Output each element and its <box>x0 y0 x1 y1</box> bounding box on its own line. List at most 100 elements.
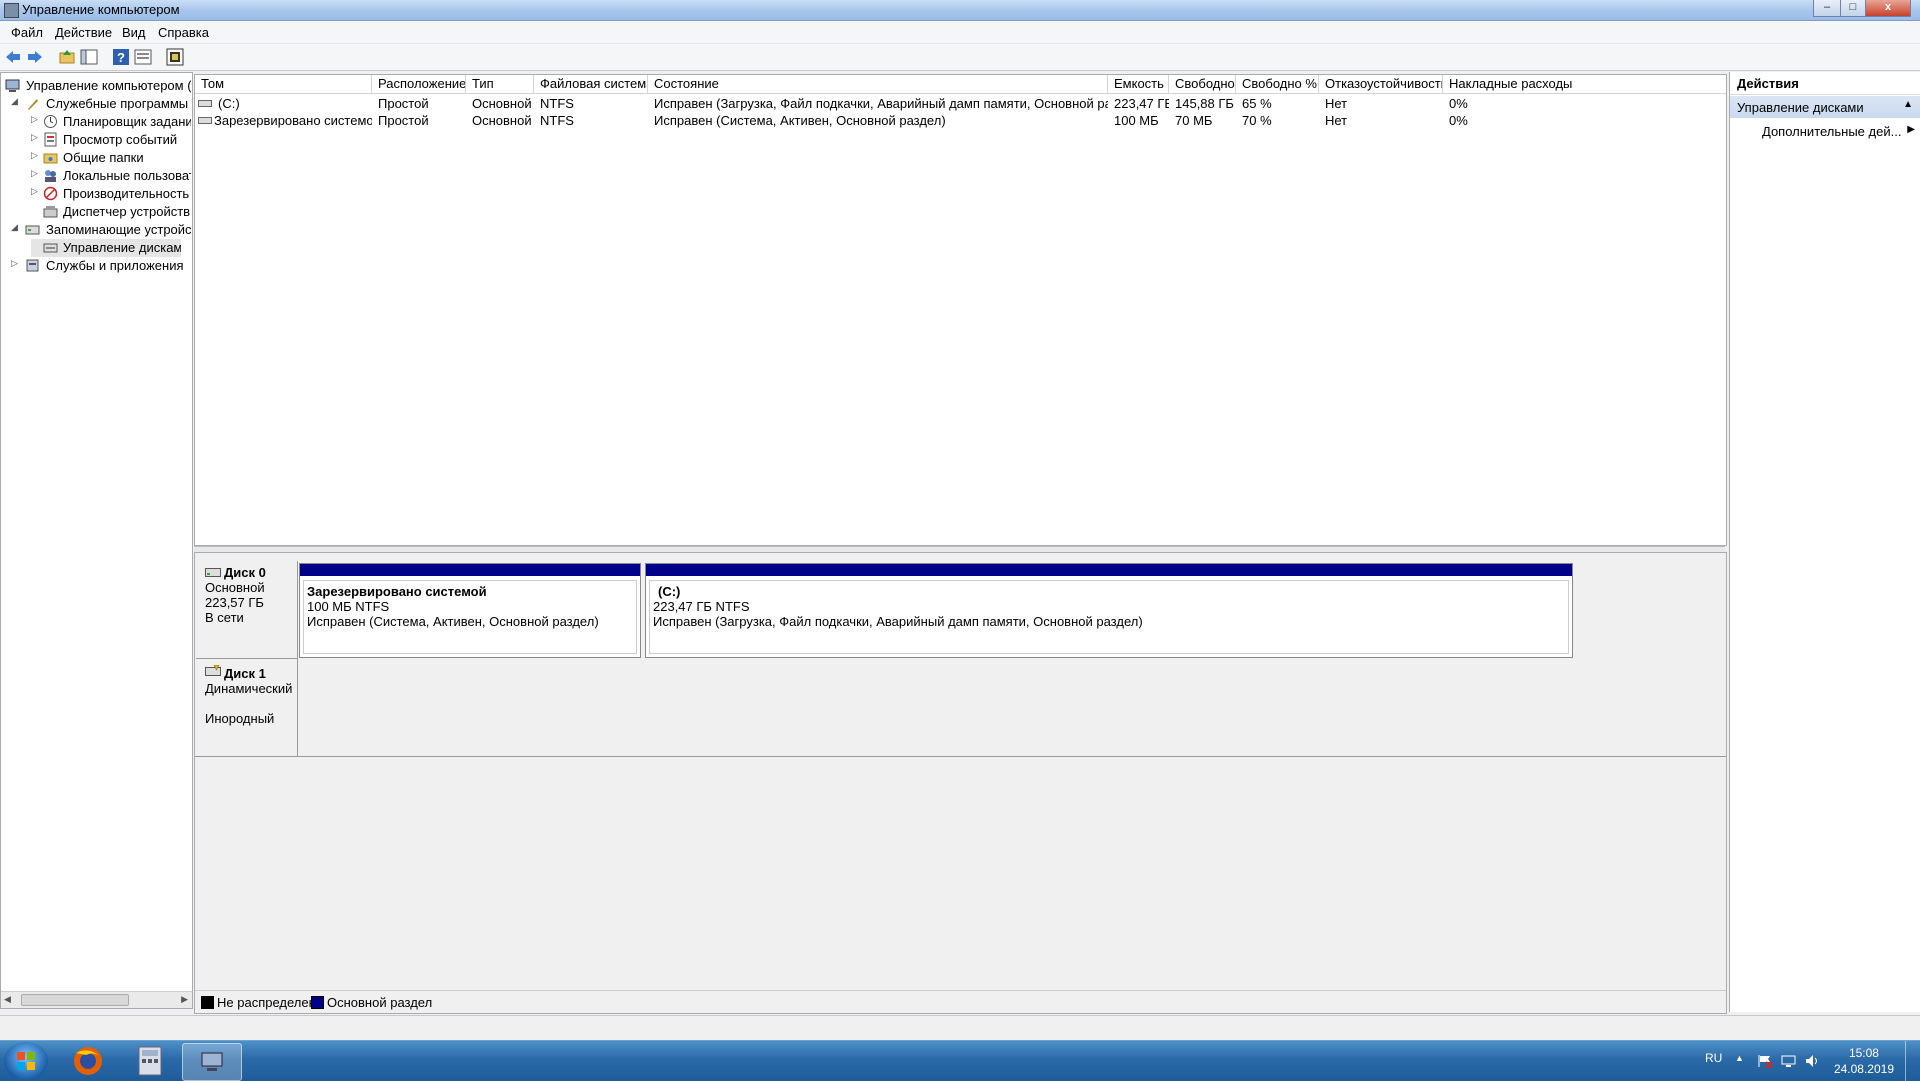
maximize-button[interactable]: □ <box>1840 0 1866 17</box>
cell-layout: Простой <box>378 96 429 111</box>
column-header-capacity[interactable]: Емкость <box>1108 75 1169 93</box>
show-desktop-button[interactable] <box>1905 1041 1920 1081</box>
menu-action[interactable]: Действие <box>55 25 112 40</box>
partition-status: Исправен (Система, Активен, Основной раз… <box>307 614 599 629</box>
partition-bar <box>300 564 640 576</box>
volume-icon[interactable] <box>1805 1054 1821 1068</box>
column-header-free-percent[interactable]: Свободно % <box>1236 75 1319 93</box>
partition-size: 100 МБ NTFS <box>307 599 390 614</box>
properties-icon[interactable] <box>134 48 152 66</box>
column-header-overhead[interactable]: Накладные расходы <box>1443 75 1726 93</box>
settings-icon[interactable] <box>166 48 184 66</box>
partition-name: (C:) <box>658 584 681 599</box>
menu-view[interactable]: Вид <box>122 25 146 40</box>
column-header-volume[interactable]: Том <box>195 75 372 93</box>
cell-volume: Зарезервировано системой <box>214 113 372 128</box>
collapse-arrow-icon[interactable]: ◢ <box>11 96 21 107</box>
menu-help[interactable]: Справка <box>158 25 209 40</box>
tree-item-disk-management[interactable]: Управление дисками <box>31 239 181 257</box>
tree-item-task-scheduler[interactable]: ▷ Планировщик заданий <box>31 113 191 131</box>
clock-date: 24.08.2019 <box>1833 1062 1894 1076</box>
clock[interactable]: 15:08 24.08.2019 <box>1834 1045 1894 1077</box>
column-header-fault-tolerance[interactable]: Отказоустойчивость <box>1319 75 1443 93</box>
tree-item-services-apps[interactable]: ▷ Службы и приложения <box>11 257 191 275</box>
tools-icon <box>28 99 38 110</box>
collapse-arrow-icon[interactable]: ◢ <box>11 222 21 233</box>
expand-arrow-icon[interactable]: ▷ <box>31 150 41 161</box>
close-button[interactable]: x <box>1865 0 1911 17</box>
taskbar: RU ▲ 15:08 24.08.2019 <box>0 1040 1920 1081</box>
collapse-up-icon[interactable]: ▲ <box>1903 99 1913 110</box>
firefox-icon[interactable] <box>62 1043 114 1079</box>
tree-horizontal-scrollbar[interactable]: ◀ ▶ <box>1 991 192 1008</box>
users-icon <box>45 170 56 182</box>
minimize-button[interactable]: – <box>1813 0 1841 17</box>
partition-system-reserved[interactable]: Зарезервировано системой 100 МБ NTFS Исп… <box>299 563 641 658</box>
back-icon[interactable] <box>4 48 22 66</box>
disk-1-status: Инородный <box>205 711 275 726</box>
column-header-filesystem[interactable]: Файловая система <box>534 75 648 93</box>
divider <box>195 756 297 757</box>
tree-item-performance[interactable]: ▷ Производительность <box>31 185 191 203</box>
volume-list-header: Том Расположение Тип Файловая система Со… <box>195 75 1726 94</box>
computer-management-icon <box>4 3 19 18</box>
expand-arrow-icon[interactable]: ▷ <box>31 132 41 143</box>
action-center-flag-icon[interactable] <box>1757 1054 1773 1068</box>
show-hidden-icons-icon[interactable]: ▲ <box>1735 1053 1744 1063</box>
partition-size: 223,47 ГБ NTFS <box>653 599 750 614</box>
cell-fault-tolerance: Нет <box>1325 113 1348 128</box>
expand-arrow-icon[interactable]: ▷ <box>31 114 41 125</box>
performance-icon <box>43 186 58 201</box>
cell-free-percent: 65 % <box>1242 96 1272 111</box>
tree-item-shared-folders[interactable]: ▷ Общие папки <box>31 149 191 167</box>
menu-bar: Файл Действие Вид Справка <box>0 21 1920 44</box>
storage-icon <box>25 225 40 235</box>
expand-arrow-icon[interactable]: ▷ <box>31 186 41 197</box>
actions-section-disk-management[interactable]: Управление дисками ▲ <box>1730 96 1920 118</box>
scroll-left-icon[interactable]: ◀ <box>4 994 11 1005</box>
clock-time: 15:08 <box>1848 1046 1879 1060</box>
cell-overhead: 0% <box>1449 96 1468 111</box>
show-hide-tree-icon[interactable] <box>80 48 98 66</box>
tree-root[interactable]: Управление компьютером (л <box>5 77 191 95</box>
clock-icon <box>44 115 57 128</box>
computer-management-taskbar-button[interactable] <box>182 1043 242 1081</box>
calculator-icon[interactable] <box>124 1043 176 1079</box>
column-header-status[interactable]: Состояние <box>648 75 1108 93</box>
column-header-layout[interactable]: Расположение <box>372 75 466 93</box>
partition-bar <box>646 564 1572 576</box>
column-header-free[interactable]: Свободно <box>1169 75 1236 93</box>
scroll-right-icon[interactable]: ▶ <box>181 994 188 1005</box>
disk-map: Диск 0 Основной 223,57 ГБ В сети Зарезер… <box>194 552 1727 1014</box>
tree-item-system-tools[interactable]: ◢ Служебные программы <box>11 95 191 113</box>
table-row[interactable]: (C:) Простой Основной NTFS Исправен (Заг… <box>195 95 1726 112</box>
help-icon[interactable]: ? <box>112 48 130 66</box>
action-more-actions[interactable]: Дополнительные дей... ▶ <box>1730 120 1920 142</box>
menu-file[interactable]: Файл <box>11 25 43 40</box>
services-icon <box>26 259 39 272</box>
table-row[interactable]: Зарезервировано системой Простой Основно… <box>195 112 1726 129</box>
expand-arrow-icon[interactable]: ▷ <box>31 168 41 179</box>
disk-0-name: Диск 0 <box>224 565 266 580</box>
tree-item-device-manager[interactable]: Диспетчер устройств <box>31 203 191 221</box>
scroll-thumb[interactable] <box>21 994 129 1006</box>
language-indicator[interactable]: RU <box>1705 1051 1722 1065</box>
partition-status: Исправен (Загрузка, Файл подкачки, Авари… <box>653 614 1143 629</box>
disk-0-header[interactable]: Диск 0 Основной 223,57 ГБ В сети <box>196 561 298 659</box>
network-icon[interactable] <box>1781 1054 1797 1068</box>
legend: Не распределен Основной раздел <box>195 990 1726 1013</box>
column-header-type[interactable]: Тип <box>466 75 534 93</box>
expand-arrow-icon[interactable]: ▷ <box>11 258 21 269</box>
tree-item-event-viewer[interactable]: ▷ Просмотр событий <box>31 131 191 149</box>
tree-item-local-users[interactable]: ▷ Локальные пользовате <box>31 167 191 185</box>
disk-1-header[interactable]: Диск 1 Динамический Инородный <box>196 659 298 757</box>
cell-free-percent: 70 % <box>1242 113 1272 128</box>
up-folder-icon[interactable] <box>58 48 76 66</box>
tree-item-storage[interactable]: ◢ Запоминающие устройст <box>11 221 191 239</box>
forward-icon[interactable] <box>26 48 44 66</box>
partition-c-drive[interactable]: (C:) 223,47 ГБ NTFS Исправен (Загрузка, … <box>645 563 1573 658</box>
cell-capacity: 100 МБ <box>1114 113 1159 128</box>
actions-section-label: Управление дисками <box>1737 100 1864 115</box>
start-button[interactable] <box>4 1042 48 1080</box>
actions-header: Действия <box>1730 72 1920 95</box>
